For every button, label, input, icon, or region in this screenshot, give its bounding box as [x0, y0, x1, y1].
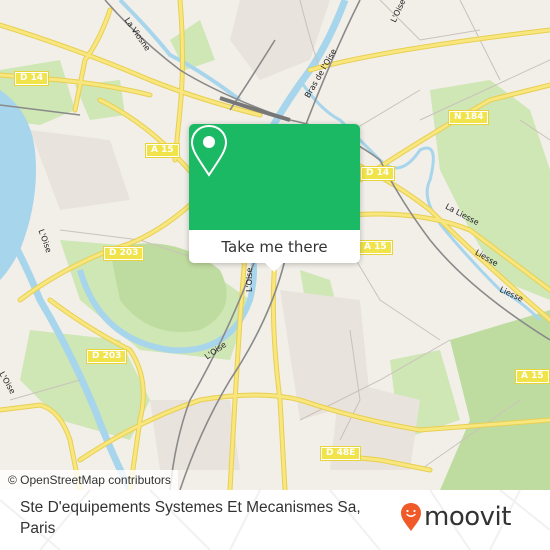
- road-label-n184: N 184: [447, 110, 490, 125]
- popup-header: [189, 124, 360, 230]
- popup-pointer: [265, 263, 283, 272]
- moovit-logo[interactable]: moovit: [400, 502, 511, 532]
- water-label-loise: L'Oise: [245, 267, 254, 292]
- place-name: Ste D'equipements Systemes Et Mecanismes…: [20, 499, 361, 537]
- road-label-d14: D 14: [13, 71, 50, 86]
- road-label-a15: A 15: [515, 369, 550, 384]
- road-label-d48e: D 48E: [319, 446, 362, 461]
- road-label-d203: D 203: [85, 349, 128, 364]
- destination-popup: Take me there: [189, 124, 360, 272]
- map[interactable]: D 14 A 15 N 184 D 14 D 203 A 15 D 203 A …: [0, 0, 550, 490]
- moovit-wordmark: moovit: [424, 502, 511, 532]
- moovit-pin-icon: [401, 503, 421, 531]
- footer: Ste D'equipements Systemes Et Mecanismes…: [0, 490, 550, 550]
- take-me-there-button[interactable]: Take me there: [189, 230, 360, 263]
- location-pin-icon: [190, 124, 228, 177]
- osm-attribution[interactable]: © OpenStreetMap contributors: [0, 470, 178, 490]
- road-label-a15: A 15: [145, 143, 180, 158]
- road-label-d203: D 203: [102, 246, 145, 261]
- road-label-a15: A 15: [358, 240, 393, 255]
- road-label-d14: D 14: [359, 166, 396, 181]
